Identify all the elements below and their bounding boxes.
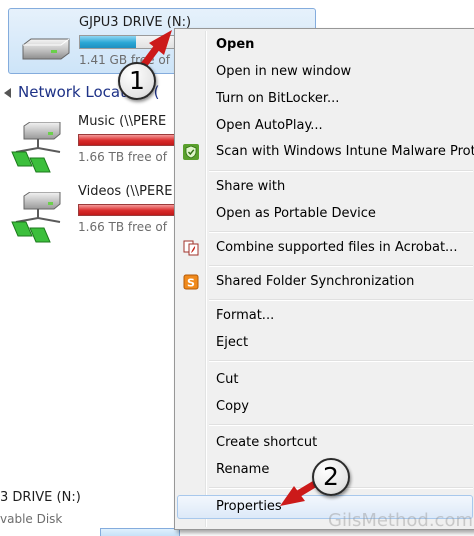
annotation-arrows <box>136 30 322 506</box>
callout-2: 2 <box>312 458 350 496</box>
watermark: GilsMethod.com <box>328 510 474 531</box>
callout-1: 1 <box>118 62 156 100</box>
arrow-2 <box>280 478 322 506</box>
